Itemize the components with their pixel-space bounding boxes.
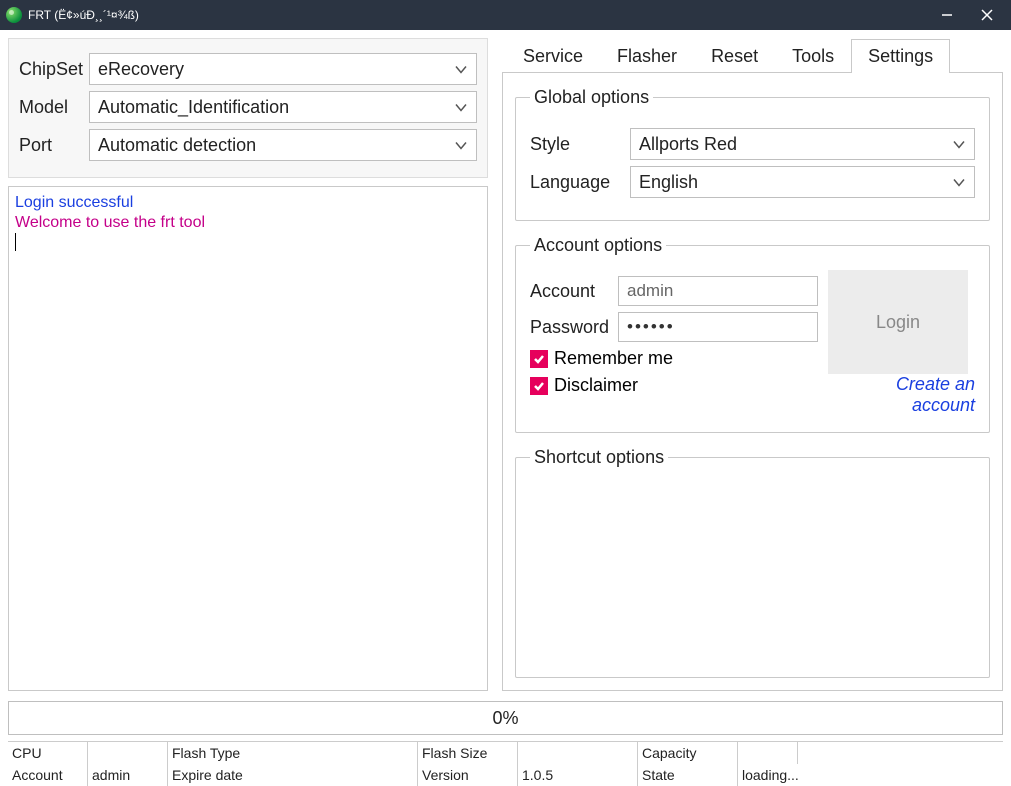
tab-tools[interactable]: Tools bbox=[775, 39, 851, 73]
account-options-group: Account options Account Password bbox=[515, 235, 990, 433]
port-value: Automatic detection bbox=[98, 135, 256, 156]
language-value: English bbox=[639, 172, 698, 193]
shortcut-options-group: Shortcut options bbox=[515, 447, 990, 678]
status-flashsize-value bbox=[518, 742, 638, 764]
create-account-link[interactable]: Create an account bbox=[828, 374, 975, 416]
tab-service[interactable]: Service bbox=[506, 39, 600, 73]
titlebar: FRT (Ë¢»úÐ¸¸´¹¤¾ß) bbox=[0, 0, 1011, 30]
model-label: Model bbox=[19, 97, 89, 118]
global-options-legend: Global options bbox=[530, 87, 653, 108]
account-input[interactable] bbox=[618, 276, 818, 306]
status-cpu-label: CPU bbox=[8, 742, 88, 764]
window-title: FRT (Ë¢»úÐ¸¸´¹¤¾ß) bbox=[28, 8, 139, 22]
account-label: Account bbox=[530, 281, 618, 302]
chevron-down-icon bbox=[454, 59, 468, 80]
global-options-group: Global options Style Allports Red Langua… bbox=[515, 87, 990, 221]
status-version-value: 1.0.5 bbox=[518, 764, 638, 786]
status-state-value: loading... bbox=[738, 764, 988, 786]
chipset-label: ChipSet bbox=[19, 59, 89, 80]
chipset-value: eRecovery bbox=[98, 59, 184, 80]
status-bar: CPU Flash Type Flash Size Capacity Accou… bbox=[8, 741, 1003, 786]
language-label: Language bbox=[530, 172, 630, 193]
status-account-value: admin bbox=[88, 764, 168, 786]
port-label: Port bbox=[19, 135, 89, 156]
style-value: Allports Red bbox=[639, 134, 737, 155]
status-cpu-value bbox=[88, 742, 168, 764]
port-select[interactable]: Automatic detection bbox=[89, 129, 477, 161]
account-options-legend: Account options bbox=[530, 235, 666, 256]
language-select[interactable]: English bbox=[630, 166, 975, 198]
log-line: Welcome to use the frt tool bbox=[15, 213, 481, 233]
model-select[interactable]: Automatic_Identification bbox=[89, 91, 477, 123]
style-select[interactable]: Allports Red bbox=[630, 128, 975, 160]
password-label: Password bbox=[530, 317, 618, 338]
status-flashsize-label: Flash Size bbox=[418, 742, 518, 764]
disclaimer-label: Disclaimer bbox=[554, 375, 638, 396]
tab-flasher[interactable]: Flasher bbox=[600, 39, 694, 73]
style-label: Style bbox=[530, 134, 630, 155]
login-button[interactable]: Login bbox=[828, 270, 968, 374]
tab-reset[interactable]: Reset bbox=[694, 39, 775, 73]
shortcut-options-legend: Shortcut options bbox=[530, 447, 668, 468]
status-state-label: State bbox=[638, 764, 738, 786]
app-icon bbox=[6, 7, 22, 23]
status-account-label: Account bbox=[8, 764, 88, 786]
log-line: Login successful bbox=[15, 193, 481, 213]
chipset-select[interactable]: eRecovery bbox=[89, 53, 477, 85]
chevron-down-icon bbox=[952, 134, 966, 155]
remember-checkbox[interactable] bbox=[530, 350, 548, 368]
status-version-label: Version bbox=[418, 764, 518, 786]
device-panel: ChipSet eRecovery Model Automatic_Identi… bbox=[8, 38, 488, 178]
minimize-button[interactable] bbox=[927, 0, 967, 30]
progress-text: 0% bbox=[492, 708, 518, 729]
password-input[interactable] bbox=[618, 312, 818, 342]
status-flashtype-label: Flash Type bbox=[168, 742, 418, 764]
status-capacity-value bbox=[738, 742, 798, 764]
progress-bar: 0% bbox=[8, 701, 1003, 735]
model-value: Automatic_Identification bbox=[98, 97, 289, 118]
log-output[interactable]: Login successful Welcome to use the frt … bbox=[8, 186, 488, 691]
close-button[interactable] bbox=[967, 0, 1007, 30]
tab-settings[interactable]: Settings bbox=[851, 39, 950, 73]
status-blank bbox=[798, 742, 988, 764]
chevron-down-icon bbox=[454, 97, 468, 118]
status-expire-label: Expire date bbox=[168, 764, 418, 786]
text-caret bbox=[15, 233, 16, 251]
status-capacity-label: Capacity bbox=[638, 742, 738, 764]
remember-label: Remember me bbox=[554, 348, 673, 369]
chevron-down-icon bbox=[952, 172, 966, 193]
disclaimer-checkbox[interactable] bbox=[530, 377, 548, 395]
settings-panel: Global options Style Allports Red Langua… bbox=[502, 72, 1003, 691]
tabstrip: Service Flasher Reset Tools Settings bbox=[502, 38, 1003, 72]
chevron-down-icon bbox=[454, 135, 468, 156]
